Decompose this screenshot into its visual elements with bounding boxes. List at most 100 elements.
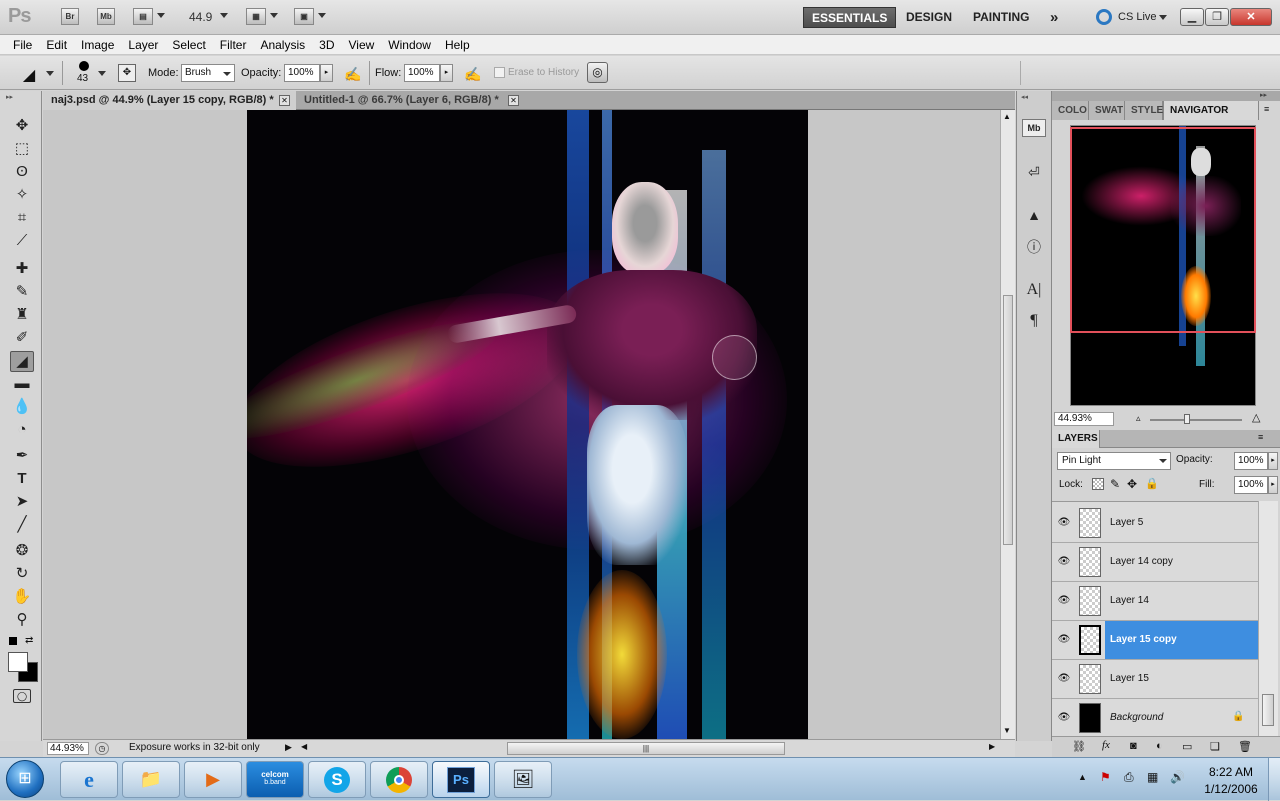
close-tab-icon[interactable]: ✕ (508, 95, 519, 106)
delete-layer-icon[interactable]: 🗑 (1238, 740, 1252, 753)
history-panel-icon[interactable]: ⏎ (1022, 161, 1046, 183)
quick-selection-tool-icon[interactable]: ✧ (10, 185, 34, 206)
zoom-out-icon[interactable]: ▵ (1136, 413, 1141, 424)
zoom-level[interactable]: 44.9 (189, 10, 212, 24)
workspace-painting[interactable]: PAINTING (965, 7, 1037, 28)
flow-slider-button[interactable]: ▸ (440, 64, 453, 82)
hand-tool-icon[interactable]: ✋ (10, 587, 34, 608)
eyedropper-tool-icon[interactable]: ⟋ (10, 231, 34, 252)
new-layer-icon[interactable]: ❏ (1210, 740, 1220, 753)
view-extras-dropdown-icon[interactable] (157, 13, 165, 18)
collapse-tools-icon[interactable]: ▸▸ (6, 93, 13, 101)
cs-live-button[interactable]: CS Live (1118, 11, 1157, 23)
celcom-broadband-icon[interactable]: celcom b.band (246, 761, 304, 798)
tablet-pressure-size-icon[interactable]: ◎ (587, 62, 608, 83)
move-tool-icon[interactable]: ✥ (10, 116, 34, 137)
foreground-color-swatch[interactable] (8, 652, 28, 672)
menu-analysis[interactable]: Analysis (253, 37, 312, 53)
zoom-in-icon[interactable]: △ (1252, 411, 1260, 424)
layer-row-selected[interactable]: 👁 Layer 15 copy (1052, 621, 1258, 660)
show-desktop-button[interactable] (1268, 758, 1280, 801)
tab-color[interactable]: COLO (1052, 101, 1089, 120)
network-icon[interactable]: ▦ (1147, 770, 1158, 784)
show-hidden-icons[interactable]: ▲ (1078, 772, 1087, 782)
flow-input[interactable]: 100% (404, 64, 440, 82)
tab-document-1[interactable]: naj3.psd @ 44.9% (Layer 15 copy, RGB/8) … (43, 91, 296, 110)
tab-layers[interactable]: LAYERS (1052, 430, 1100, 448)
navigator-zoom-slider[interactable] (1150, 419, 1242, 421)
layer-mask-icon[interactable]: ◙ (1130, 740, 1137, 752)
line-tool-icon[interactable]: ╱ (10, 515, 34, 536)
blur-tool-icon[interactable]: 💧 (10, 397, 34, 418)
restore-button[interactable]: ❐ (1205, 8, 1229, 26)
crop-tool-icon[interactable]: ⌗ (10, 208, 34, 229)
menu-help[interactable]: Help (438, 37, 477, 53)
adjustment-layer-icon[interactable]: ◐ (1156, 740, 1163, 752)
3d-rotate-tool-icon[interactable]: ❂ (10, 541, 34, 562)
skype-icon[interactable]: S (308, 761, 366, 798)
layers-scroll-thumb[interactable] (1262, 694, 1274, 726)
character-panel-icon[interactable]: A| (1022, 279, 1046, 301)
tab-navigator[interactable]: NAVIGATOR (1163, 101, 1259, 120)
screen-mode-button[interactable]: ▣ (294, 8, 314, 25)
opacity-input[interactable]: 100% (284, 64, 320, 82)
arrange-documents-button[interactable]: ▦ (246, 8, 266, 25)
lasso-tool-icon[interactable]: ʘ (10, 162, 34, 183)
navigator-zoom-input[interactable]: 44.93% (1054, 412, 1114, 426)
menu-filter[interactable]: Filter (213, 37, 254, 53)
layer-visibility-eye-icon[interactable]: 👁 (1057, 595, 1071, 607)
dodge-tool-icon[interactable]: ◔ (10, 420, 34, 441)
vertical-scrollbar[interactable]: ▲ ▼ (1000, 110, 1015, 739)
layer-row[interactable]: 👁 Layer 14 (1052, 582, 1258, 621)
blend-mode-select[interactable]: Pin Light (1057, 452, 1171, 470)
gradient-tool-icon[interactable]: ▬ (10, 374, 34, 395)
windows-explorer-icon[interactable]: 📁 (122, 761, 180, 798)
layer-opacity-input[interactable]: 100% (1234, 452, 1268, 470)
scroll-left-icon[interactable]: ◀ (301, 742, 307, 751)
info-panel-icon[interactable]: ⓘ (1022, 236, 1046, 258)
mini-bridge-button[interactable]: Mb (97, 8, 115, 25)
layer-visibility-eye-icon[interactable]: 👁 (1057, 634, 1071, 646)
photoshop-taskbar-button[interactable]: Ps (432, 761, 490, 798)
horizontal-scroll-thumb[interactable]: ||| (507, 742, 785, 755)
brush-picker-dropdown-icon[interactable] (98, 71, 106, 76)
photo-viewer-icon[interactable]: 🖼 (494, 761, 552, 798)
opacity-slider-button[interactable]: ▸ (320, 64, 333, 82)
fill-input[interactable]: 100% (1234, 476, 1268, 494)
lock-position-icon[interactable]: ✥ (1127, 477, 1137, 491)
menu-image[interactable]: Image (74, 37, 121, 53)
paragraph-panel-icon[interactable]: ¶ (1022, 310, 1046, 332)
status-info-icon[interactable]: ◷ (95, 742, 109, 755)
spot-healing-tool-icon[interactable]: ✚ (10, 259, 34, 280)
menu-3d[interactable]: 3D (312, 37, 341, 53)
histogram-panel-icon[interactable]: ▲ (1022, 204, 1046, 226)
3d-orbit-tool-icon[interactable]: ↻ (10, 564, 34, 585)
eraser-tool-icon[interactable]: ◢ (10, 351, 34, 372)
layer-row[interactable]: 👁 Layer 5 (1052, 504, 1258, 543)
mini-bridge-panel-icon[interactable]: Mb (1022, 119, 1046, 137)
status-zoom-input[interactable]: 44.93% (47, 742, 89, 755)
volume-icon[interactable]: 🔊 (1170, 770, 1185, 784)
close-button[interactable]: ✕ (1230, 8, 1272, 26)
clone-stamp-tool-icon[interactable]: ♜ (10, 305, 34, 326)
zoom-tool-icon[interactable]: ⚲ (10, 610, 34, 631)
menu-select[interactable]: Select (165, 37, 212, 53)
navigator-zoom-slider-thumb[interactable] (1184, 414, 1190, 424)
eraser-preset-icon[interactable]: ◢ (14, 65, 44, 84)
erase-to-history-checkbox[interactable] (494, 67, 505, 78)
history-brush-tool-icon[interactable]: ✐ (10, 328, 34, 349)
menu-file[interactable]: File (6, 37, 39, 53)
menu-window[interactable]: Window (381, 37, 438, 53)
new-group-icon[interactable]: ▭ (1182, 740, 1192, 753)
minimize-button[interactable]: ▁ (1180, 8, 1204, 26)
screen-mode-dropdown-icon[interactable] (318, 13, 326, 18)
menu-edit[interactable]: Edit (39, 37, 74, 53)
internet-explorer-icon[interactable]: e (60, 761, 118, 798)
brush-tool-icon[interactable]: ✎ (10, 282, 34, 303)
navigator-view-box[interactable] (1070, 127, 1256, 333)
lock-pixels-icon[interactable]: ✎ (1110, 477, 1120, 491)
panel-menu-icon[interactable]: ≡ (1264, 104, 1269, 114)
action-center-icon[interactable]: ⚑ (1100, 770, 1111, 784)
bridge-button[interactable]: Br (61, 8, 79, 25)
brush-panel-toggle-icon[interactable]: ✥ (118, 64, 136, 82)
